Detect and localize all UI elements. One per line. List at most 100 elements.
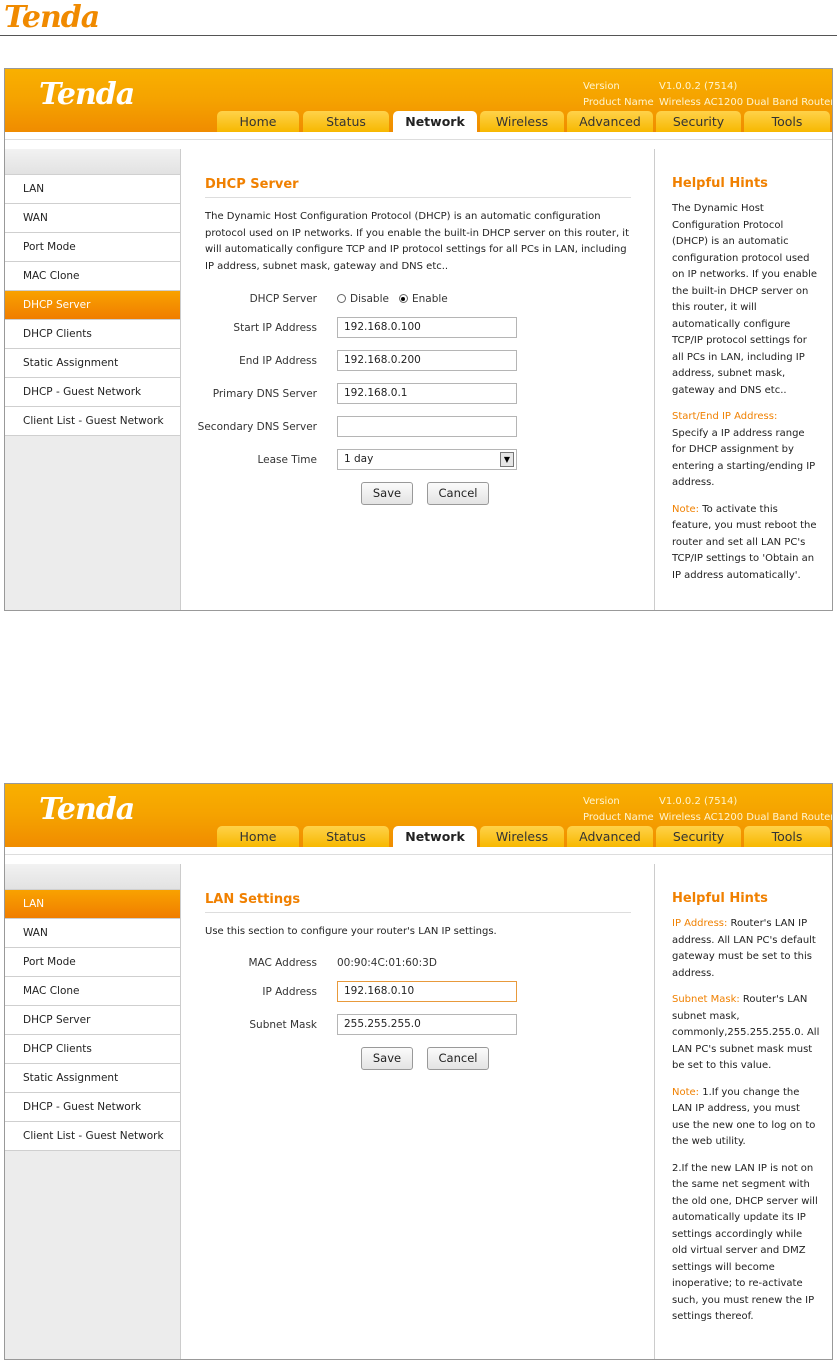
tab-tools[interactable]: Tools (744, 826, 830, 847)
sidebar-item-static-assignment[interactable]: Static Assignment (5, 349, 180, 378)
sidebar-item-dhcp-server[interactable]: DHCP Server (5, 291, 180, 320)
version-label: Version (583, 796, 620, 807)
sidebar-item-client-list-guest-network[interactable]: Client List - Guest Network (5, 407, 180, 436)
disable-label: Disable (350, 293, 389, 305)
tab-security[interactable]: Security (656, 111, 741, 132)
enable-label: Enable (411, 293, 448, 305)
hint-note: Note: To activate this feature, you must… (672, 502, 820, 585)
tab-wireless[interactable]: Wireless (480, 111, 564, 132)
top-banner: Tenda Version V1.0.0.2 (7514) Product Na… (5, 784, 832, 847)
section-divider (205, 197, 631, 198)
tab-advanced[interactable]: Advanced (567, 111, 653, 132)
intro-text: The Dynamic Host Configuration Protocol … (205, 211, 629, 272)
secondary-dns-input[interactable] (337, 416, 517, 437)
screenshot-lan-settings: Tenda Version V1.0.0.2 (7514) Product Na… (4, 783, 833, 1360)
brand-logo: Tenda (39, 77, 135, 112)
sidebar-item-mac-clone[interactable]: MAC Clone (5, 262, 180, 291)
tab-security[interactable]: Security (656, 826, 741, 847)
product-name-value: Wireless AC1200 Dual Band Router (659, 97, 833, 108)
hint-start-end-ip-text: Specify a IP address range for DHCP assi… (672, 427, 816, 489)
save-button[interactable]: Save (361, 1047, 413, 1070)
sidebar-item-wan[interactable]: WAN (5, 204, 180, 233)
subnet-mask-label: Subnet Mask (249, 1019, 317, 1031)
sidebar-item-dhcp-server[interactable]: DHCP Server (5, 1006, 180, 1035)
sidebar-item-wan[interactable]: WAN (5, 919, 180, 948)
hint-subnet-mask-text: Router's LAN subnet mask, commonly,255.2… (672, 994, 820, 1071)
sidebar-item-dhcp-clients[interactable]: DHCP Clients (5, 320, 180, 349)
brand-logo: Tenda (39, 792, 135, 827)
tab-tools[interactable]: Tools (744, 111, 830, 132)
document-logo: Tenda (4, 0, 100, 35)
hint-note: Note: 1.If you change the LAN IP address… (672, 1085, 820, 1151)
section-title: LAN Settings (205, 892, 301, 907)
intro-text: Use this section to configure your route… (205, 926, 497, 937)
sidebar-header (5, 149, 180, 175)
disable-radio[interactable] (337, 294, 346, 303)
hint-note-key: Note: (672, 1086, 700, 1098)
sidebar-item-port-mode[interactable]: Port Mode (5, 233, 180, 262)
ip-address-input[interactable]: 192.168.0.10 (337, 981, 517, 1002)
tab-network[interactable]: Network (393, 826, 477, 847)
section-title: DHCP Server (205, 177, 299, 192)
tab-status[interactable]: Status (303, 826, 389, 847)
lease-time-value: 1 day (344, 453, 374, 465)
helpful-hints-panel: Helpful Hints IP Address: Router's LAN I… (655, 864, 832, 1359)
primary-dns-label: Primary DNS Server (212, 388, 317, 400)
hint-ip-address-key: IP Address: (672, 918, 728, 929)
start-ip-label: Start IP Address (233, 322, 317, 334)
start-ip-input[interactable]: 192.168.0.100 (337, 317, 517, 338)
primary-dns-input[interactable]: 192.168.0.1 (337, 383, 517, 404)
sidebar-item-lan[interactable]: LAN (5, 890, 180, 919)
sidebar-item-dhcp-guest-network[interactable]: DHCP - Guest Network (5, 1093, 180, 1122)
tab-network[interactable]: Network (393, 111, 477, 132)
sidebar-item-client-list-guest-network[interactable]: Client List - Guest Network (5, 1122, 180, 1151)
top-banner: Tenda Version V1.0.0.2 (7514) Product Na… (5, 69, 832, 132)
main-panel: LAN Settings Use this section to configu… (181, 864, 655, 1359)
dropdown-arrow-icon[interactable]: ▼ (500, 452, 514, 467)
sidebar-item-lan[interactable]: LAN (5, 175, 180, 204)
tab-home[interactable]: Home (217, 826, 299, 847)
sidebar: LAN WAN Port Mode MAC Clone DHCP Server … (5, 864, 181, 1359)
hint-note-key: Note: (672, 503, 700, 515)
hints-title: Helpful Hints (672, 176, 768, 191)
save-button[interactable]: Save (361, 482, 413, 505)
hint-note-2: 2.If the new LAN IP is not on the same n… (672, 1162, 818, 1323)
screenshot-dhcp-server: Tenda Version V1.0.0.2 (7514) Product Na… (4, 68, 833, 611)
mac-address-label: MAC Address (248, 957, 317, 969)
sidebar-header (5, 864, 180, 890)
end-ip-input[interactable]: 192.168.0.200 (337, 350, 517, 371)
version-label: Version (583, 81, 620, 92)
enable-radio[interactable] (398, 294, 408, 303)
ip-address-label: IP Address (262, 986, 317, 998)
hint-subnet-mask-key: Subnet Mask: (672, 994, 740, 1005)
document-header: Tenda (0, 0, 837, 36)
hint-note-text: To activate this feature, you must reboo… (672, 503, 817, 581)
dhcp-server-label: DHCP Server (249, 293, 317, 305)
hint-start-end-ip: Start/End IP Address: Specify a IP addre… (672, 409, 820, 492)
dhcp-server-radio-group: Disable Enable (337, 293, 448, 305)
lease-time-label: Lease Time (257, 454, 317, 466)
helpful-hints-panel: Helpful Hints The Dynamic Host Configura… (655, 149, 832, 610)
section-divider (205, 912, 631, 913)
hints-title: Helpful Hints (672, 891, 768, 906)
sidebar-item-dhcp-clients[interactable]: DHCP Clients (5, 1035, 180, 1064)
cancel-button[interactable]: Cancel (427, 482, 489, 505)
mac-address-value: 00:90:4C:01:60:3D (337, 957, 437, 969)
tab-advanced[interactable]: Advanced (567, 826, 653, 847)
sidebar-item-static-assignment[interactable]: Static Assignment (5, 1064, 180, 1093)
end-ip-label: End IP Address (239, 355, 317, 367)
tab-home[interactable]: Home (217, 111, 299, 132)
nav-underbar (5, 132, 832, 140)
lease-time-select[interactable]: 1 day ▼ (337, 449, 517, 470)
cancel-button[interactable]: Cancel (427, 1047, 489, 1070)
subnet-mask-input[interactable]: 255.255.255.0 (337, 1014, 517, 1035)
sidebar-item-mac-clone[interactable]: MAC Clone (5, 977, 180, 1006)
tab-wireless[interactable]: Wireless (480, 826, 564, 847)
sidebar: LAN WAN Port Mode MAC Clone DHCP Server … (5, 149, 181, 610)
hint-start-end-ip-key: Start/End IP Address: (672, 411, 778, 422)
sidebar-item-port-mode[interactable]: Port Mode (5, 948, 180, 977)
tab-status[interactable]: Status (303, 111, 389, 132)
hint-subnet-mask: Subnet Mask: Router's LAN subnet mask, c… (672, 992, 820, 1075)
sidebar-item-dhcp-guest-network[interactable]: DHCP - Guest Network (5, 378, 180, 407)
hint-dhcp: The Dynamic Host Configuration Protocol … (672, 203, 818, 396)
